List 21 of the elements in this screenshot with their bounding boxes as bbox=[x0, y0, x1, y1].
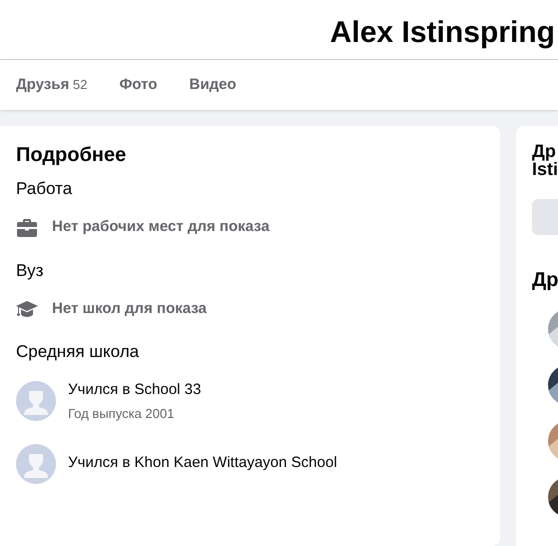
school-avatar-icon bbox=[16, 444, 56, 484]
profile-tab[interactable]: Друзья 52 bbox=[16, 74, 88, 96]
graduation-cap-icon bbox=[16, 299, 38, 319]
school-name: Учился в Khon Kaen Wittayayon School bbox=[68, 453, 338, 474]
section-heading: Работа bbox=[16, 178, 74, 200]
section-heading: Др bbox=[532, 268, 558, 293]
school-name: Учился в School 33 bbox=[68, 380, 202, 400]
section-heading: Вуз bbox=[16, 260, 44, 282]
empty-message: Нет школ для показа bbox=[52, 298, 207, 319]
profile-name: Alex Istinspring bbox=[330, 15, 556, 51]
card-title: Isti bbox=[532, 160, 558, 178]
card-title: Др bbox=[532, 142, 557, 160]
profile-tab[interactable]: Видео bbox=[189, 74, 236, 96]
school-avatar-icon bbox=[16, 381, 56, 421]
empty-message: Нет рабочих мест для показа bbox=[52, 217, 270, 238]
action-button[interactable] bbox=[532, 199, 558, 235]
section-heading: Средняя школа bbox=[16, 341, 140, 363]
briefcase-icon bbox=[16, 218, 38, 238]
graduation-year: Год выпуска 2001 bbox=[68, 405, 176, 423]
profile-tab[interactable]: Фото bbox=[119, 74, 158, 96]
card-title: Подробнее bbox=[16, 143, 128, 168]
